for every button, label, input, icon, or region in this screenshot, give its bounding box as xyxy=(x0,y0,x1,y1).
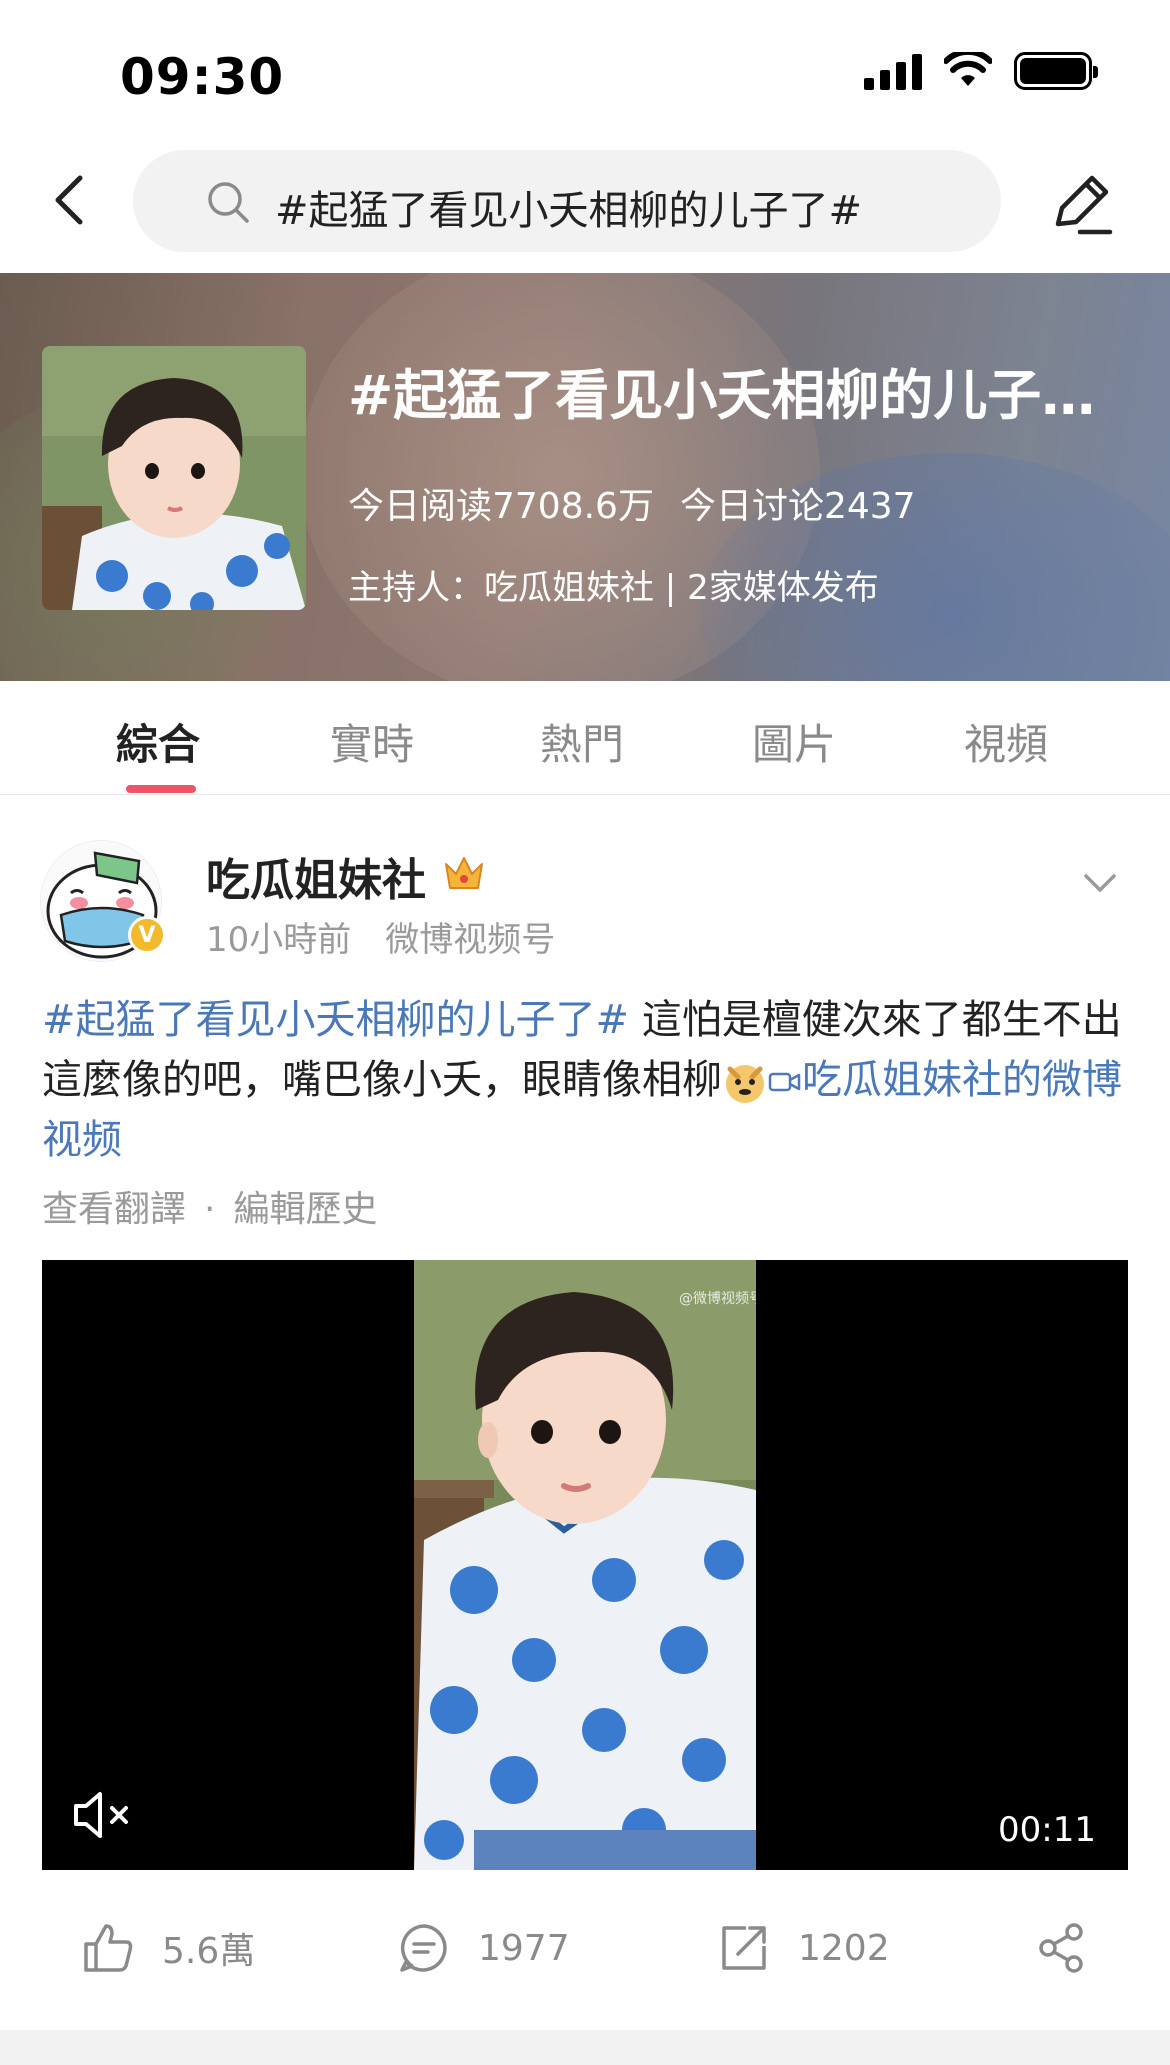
wifi-icon xyxy=(944,52,992,86)
topic-host[interactable]: 主持人：吃瓜姐妹社 | 2家媒体发布 xyxy=(348,560,879,609)
mute-button[interactable] xyxy=(72,1788,138,1842)
tab-videos[interactable]: 視頻 xyxy=(964,711,1048,772)
separator: · xyxy=(204,1189,216,1230)
status-bar: 09:30 xyxy=(0,0,1170,140)
verified-badge: V xyxy=(128,916,166,954)
share-icon xyxy=(1039,1923,1083,1973)
battery-icon xyxy=(1014,52,1098,90)
back-icon xyxy=(55,175,83,225)
feed-divider xyxy=(0,2030,1170,2065)
tab-popular[interactable]: 熱門 xyxy=(540,711,624,772)
video-duration: 00:11 xyxy=(998,1810,1096,1850)
topic-stats: 今日阅读7708.6万 今日讨论2437 xyxy=(348,477,916,529)
post-time: 10小時前 xyxy=(206,920,352,960)
topic-cover-image[interactable] xyxy=(42,346,306,610)
topic-title: #起猛了看见小夭相柳的儿子了# xyxy=(348,364,1138,427)
active-tab-indicator xyxy=(126,785,196,793)
status-icons xyxy=(864,52,1098,90)
search-bar[interactable]: #起猛了看见小夭相柳的儿子了# xyxy=(133,150,1001,252)
repost-button[interactable]: 1202 xyxy=(716,1920,890,1976)
search-header: #起猛了看见小夭相柳的儿子了# xyxy=(0,140,1170,272)
edit-history-link[interactable]: 編輯歷史 xyxy=(233,1189,377,1230)
search-query: #起猛了看见小夭相柳的儿子了# xyxy=(275,188,863,234)
discussion-count: 今日讨论2437 xyxy=(679,486,916,527)
post-source[interactable]: 微博视频号 xyxy=(385,920,555,960)
post-hashtag[interactable]: #起猛了看见小夭相柳的儿子了# xyxy=(42,997,629,1043)
like-icon xyxy=(84,1924,133,1972)
repost-count: 1202 xyxy=(798,1927,890,1969)
mute-icon xyxy=(74,1792,128,1838)
crown-icon xyxy=(445,857,483,889)
post-links: 查看翻譯 · 編輯歷史 xyxy=(42,1180,377,1232)
video-frame: @微博视频号 xyxy=(414,1260,756,1870)
weibo-topic-page: 09:30 #起猛了看见小夭相柳的儿子了# #起猛了看见小夭相柳的儿子了# 今日… xyxy=(0,0,1170,2065)
repost-icon xyxy=(722,1926,766,1970)
search-icon xyxy=(208,182,249,223)
video-player[interactable]: @微博视频号 00:11 xyxy=(42,1260,1128,1870)
doge-emoji-icon xyxy=(726,1065,764,1103)
like-button[interactable]: 5.6萬 xyxy=(80,1920,255,1976)
comment-count: 1977 xyxy=(478,1927,570,1969)
back-button[interactable] xyxy=(38,168,102,232)
tab-pictures[interactable]: 圖片 xyxy=(752,711,836,772)
tab-bar: 綜合 實時 熱門 圖片 視頻 xyxy=(0,681,1170,795)
cellular-signal-icon xyxy=(864,52,922,90)
video-watermark: @微博视频号 xyxy=(679,1291,756,1307)
read-count: 今日阅读7708.6万 xyxy=(348,486,654,527)
status-time: 09:30 xyxy=(120,48,285,106)
tab-realtime[interactable]: 實時 xyxy=(330,711,414,772)
compose-button[interactable] xyxy=(1046,168,1118,240)
edit-icon xyxy=(1055,175,1113,235)
post-meta: 10小時前 微博视频号 xyxy=(206,912,555,961)
post-header: V 吃瓜姐妹社 10小時前 微博视频号 xyxy=(0,820,1170,970)
video-camera-icon xyxy=(768,1072,801,1092)
topic-banner: #起猛了看见小夭相柳的儿子了# 今日阅读7708.6万 今日讨论2437 主持人… xyxy=(0,273,1170,681)
comment-button[interactable]: 1977 xyxy=(396,1920,570,1976)
like-count: 5.6萬 xyxy=(162,1931,256,1972)
post-body: #起猛了看见小夭相柳的儿子了# 這怕是檀健次來了都生不出這麼像的吧，嘴巴像小夭，… xyxy=(42,990,1132,1170)
author-name[interactable]: 吃瓜姐妹社 xyxy=(206,844,426,908)
comment-icon xyxy=(400,1924,447,1972)
chevron-down-icon[interactable] xyxy=(1080,862,1120,902)
tab-comprehensive[interactable]: 綜合 xyxy=(116,711,200,772)
post-action-bar: 5.6萬 1977 1202 xyxy=(0,1880,1170,2020)
translate-link[interactable]: 查看翻譯 xyxy=(42,1189,186,1230)
share-button[interactable] xyxy=(1034,1920,1090,1976)
